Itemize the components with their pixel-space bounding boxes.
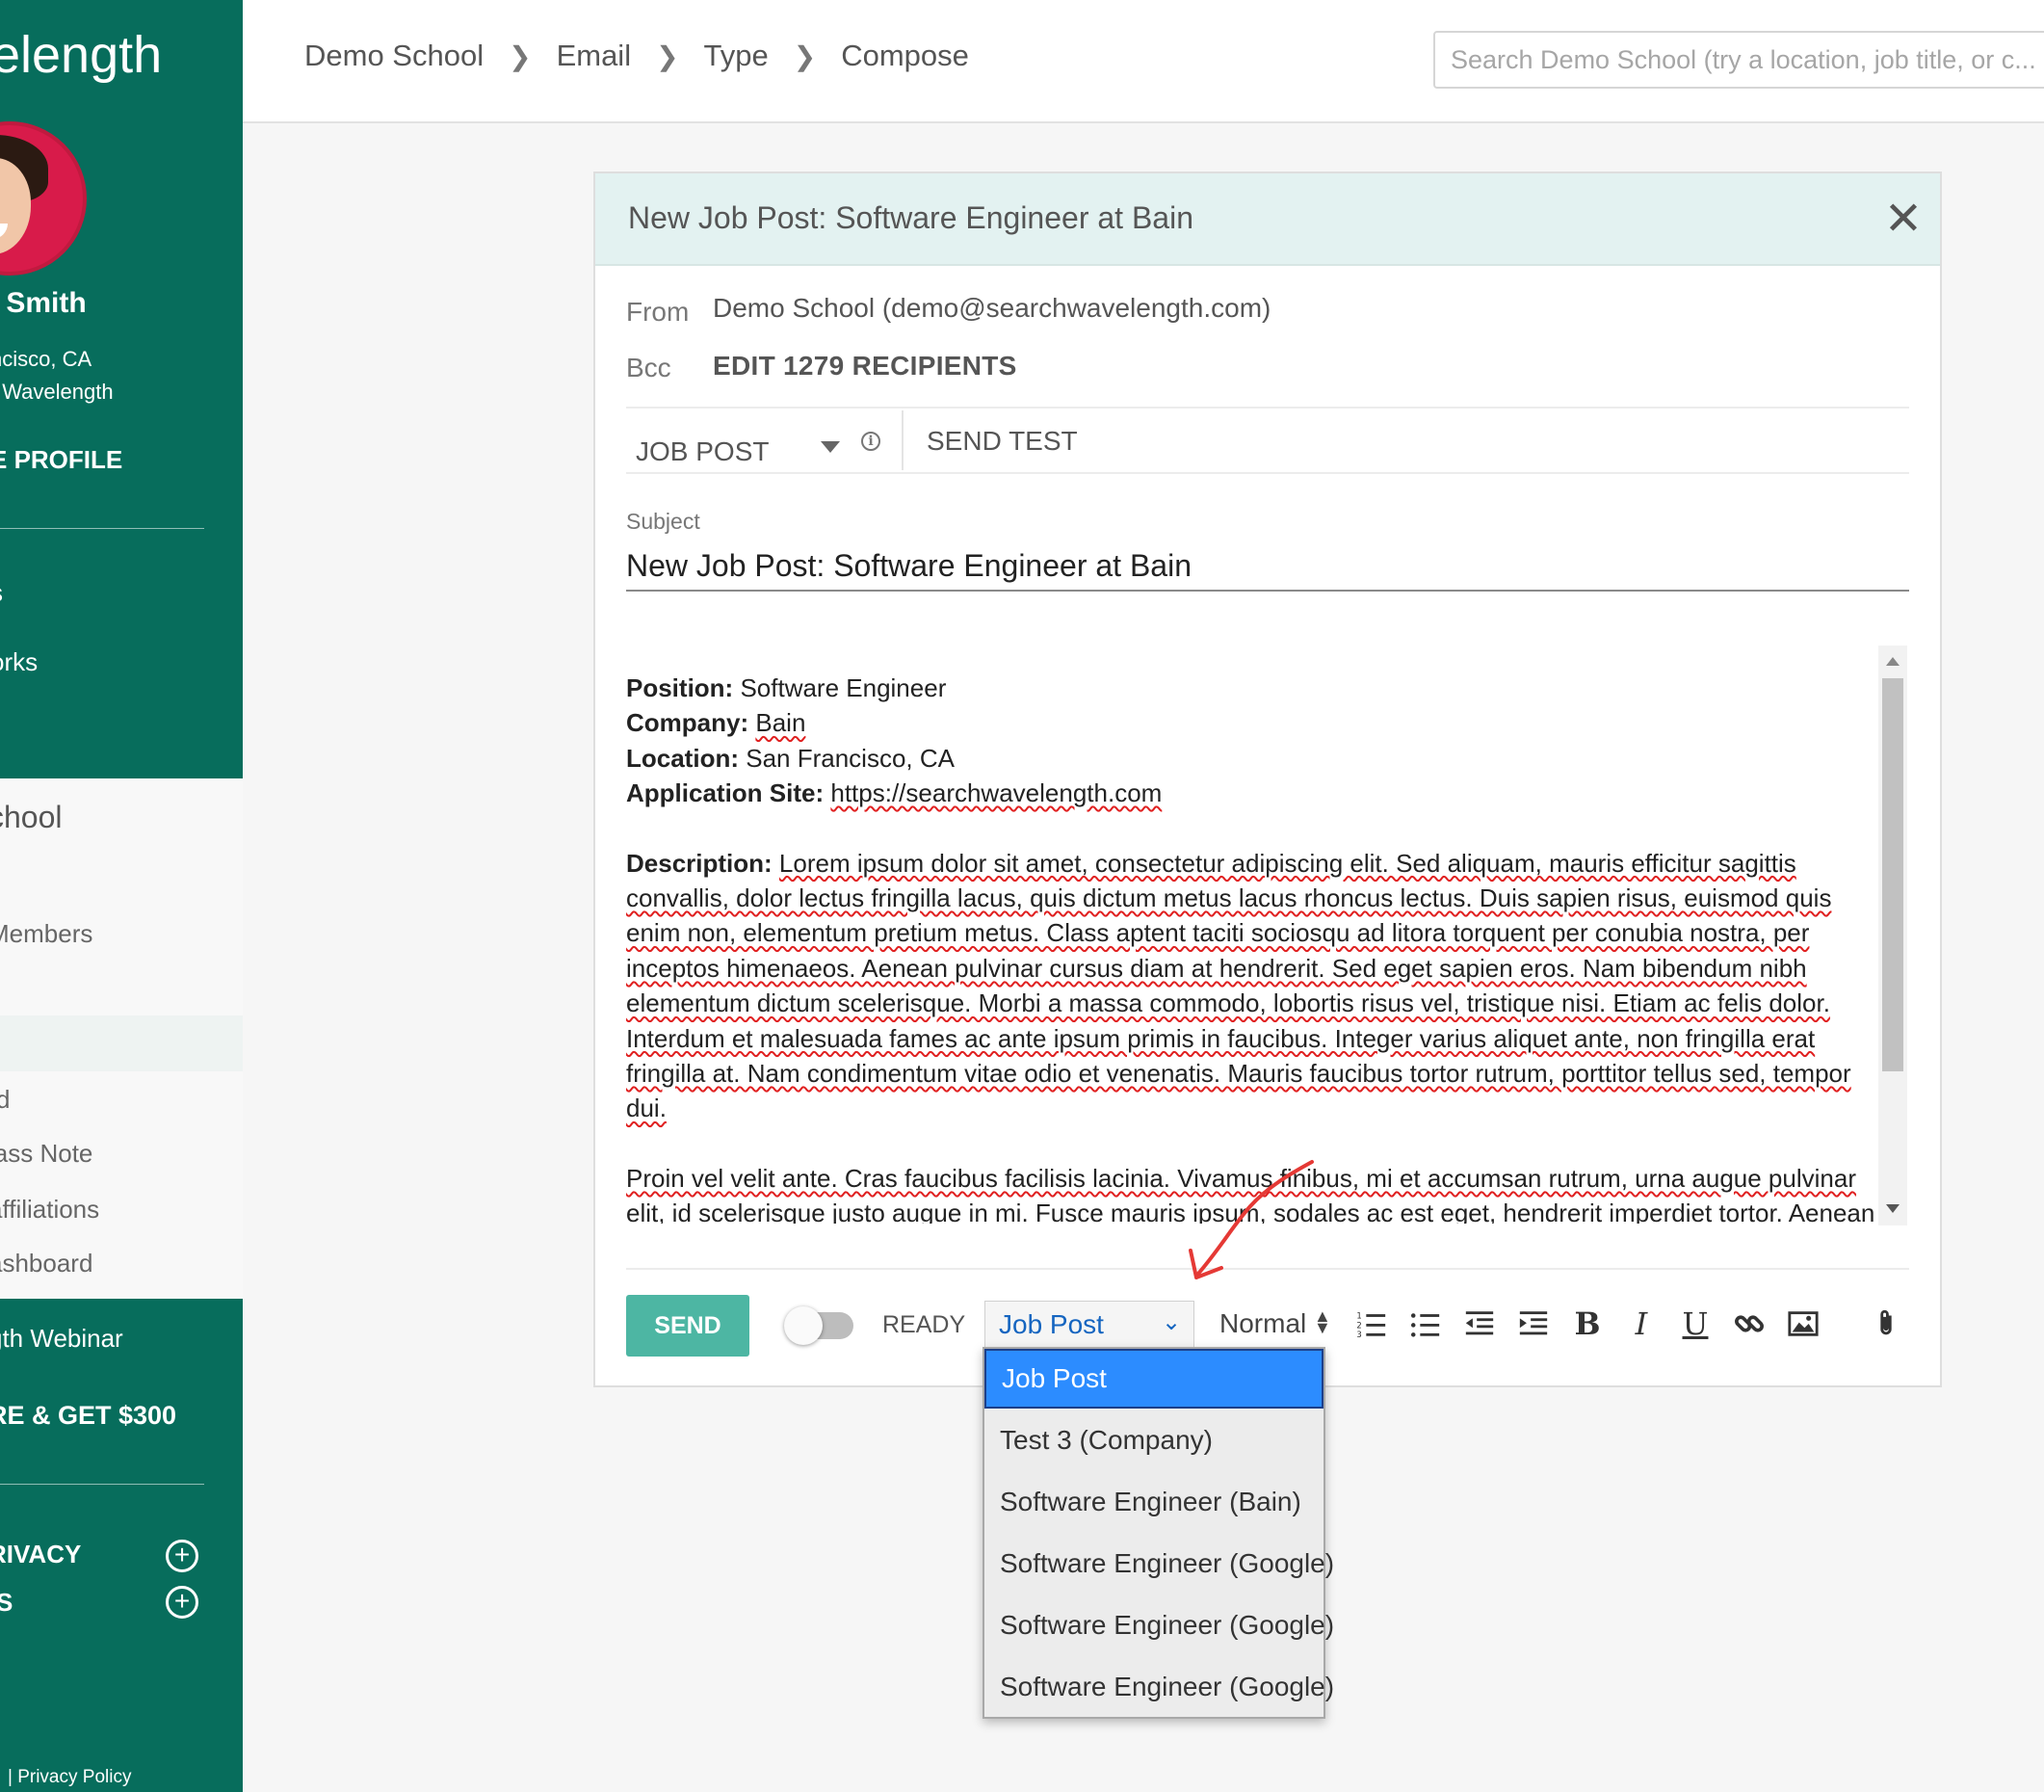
paragraph-format-select[interactable]: Normal (1219, 1308, 1306, 1339)
breadcrumb-item[interactable]: Demo School (304, 39, 484, 73)
sidebar-item-dashboard[interactable]: ashboard (0, 1249, 92, 1278)
scroll-down-arrow-icon[interactable] (1886, 1204, 1900, 1213)
from-value: Demo School (demo@searchwavelength.com) (713, 293, 1271, 323)
ordered-list-icon[interactable]: 123 (1350, 1303, 1393, 1345)
body-position-line: Position: Software Engineer (626, 673, 947, 702)
svg-text:3: 3 (1356, 1331, 1361, 1340)
caret-down-icon[interactable] (821, 441, 840, 453)
dropdown-option[interactable]: Job Post (984, 1349, 1323, 1409)
brand-logo-text[interactable]: velength (0, 25, 162, 85)
close-icon[interactable]: ✕ (1878, 195, 1928, 245)
search-input[interactable] (1433, 31, 2044, 89)
privacy-policy-link[interactable]: | Privacy Policy (8, 1767, 131, 1788)
bullet-list-icon[interactable] (1404, 1303, 1447, 1345)
sidebar-item-class-note[interactable]: lass Note (0, 1139, 92, 1169)
attachment-icon[interactable] (1865, 1303, 1907, 1345)
dropdown-option[interactable]: Software Engineer (Google) (984, 1657, 1334, 1717)
body-text-line: inceptos himenaeos. Aenean pulvinar curs… (626, 953, 1807, 983)
chevron-right-icon: ❯ (656, 40, 679, 71)
sidebar-divider (0, 528, 204, 529)
svg-text:1: 1 (1356, 1311, 1361, 1321)
sort-arrows-icon[interactable]: ▲ ▼ (1314, 1307, 1331, 1336)
italic-icon[interactable]: I (1620, 1303, 1663, 1345)
template-type-select[interactable]: JOB POST (636, 428, 848, 476)
edit-recipients-button[interactable]: EDIT 1279 RECIPIENTS (713, 351, 1017, 382)
sidebar-school-heading: chool (0, 800, 63, 834)
sidebar-item-1[interactable]: s (0, 578, 3, 608)
body-text-line: dui. (626, 1094, 667, 1123)
breadcrumb: Demo School ❯ Email ❯ Type ❯ Compose (304, 39, 969, 73)
chevron-right-icon: ❯ (793, 40, 817, 71)
body-text-line: fringilla at. Nam condimentum vitae odio… (626, 1059, 1851, 1089)
sidebar-item-networks[interactable]: orks (0, 647, 38, 677)
sidebar-webinar-link[interactable]: gth Webinar (0, 1324, 123, 1354)
expand-plus-icon[interactable]: + (166, 1586, 198, 1619)
sidebar-refer-link[interactable]: RE & GET $300 (0, 1401, 176, 1431)
dropdown-option[interactable]: Software Engineer (Google) (984, 1595, 1334, 1655)
chevron-down-icon[interactable]: ⌄ (1162, 1308, 1181, 1336)
email-body-editor[interactable]: Position: Software Engineer Company: Bai… (626, 646, 1907, 1224)
divider (902, 410, 904, 470)
subject-input[interactable] (626, 541, 1909, 592)
body-text-line: enim non, elementum pretium metus. Class… (626, 918, 1810, 948)
indent-icon[interactable] (1512, 1303, 1555, 1345)
body-text-line: Interdum et malesuada fames ac ante ipsu… (626, 1023, 1816, 1053)
underline-icon[interactable]: U (1674, 1303, 1716, 1345)
sidebar-divider (0, 1484, 204, 1485)
edit-profile-link[interactable]: E PROFILE (0, 445, 122, 475)
body-description-line: Description: Lorem ipsum dolor sit amet,… (626, 848, 1796, 878)
sidebar-item-affiliations[interactable]: affiliations (0, 1195, 99, 1225)
body-location-line: Location: San Francisco, CA (626, 743, 955, 773)
body-text-line: convallis, dolor lectus fringilla lacus,… (626, 883, 1832, 913)
compose-header: New Job Post: Software Engineer at Bain … (595, 173, 1940, 266)
bcc-label: Bcc (626, 353, 671, 382)
dropdown-option[interactable]: Test 3 (Company) (984, 1410, 1323, 1470)
link-icon[interactable] (1728, 1303, 1770, 1345)
subject-label: Subject (626, 509, 700, 534)
user-location: ncisco, CA (0, 347, 92, 371)
sidebar-s-section[interactable]: S (0, 1588, 13, 1618)
dropdown-option[interactable]: Software Engineer (Bain) (984, 1472, 1323, 1532)
expand-plus-icon[interactable]: + (166, 1540, 198, 1572)
sidebar-item-d[interactable]: d (0, 1085, 10, 1115)
scroll-up-arrow-icon[interactable] (1886, 657, 1900, 666)
breadcrumb-item[interactable]: Email (557, 39, 632, 73)
dropdown-option[interactable]: Software Engineer (Google) (984, 1534, 1334, 1594)
toggle-knob[interactable] (784, 1306, 823, 1345)
outdent-icon[interactable] (1458, 1303, 1501, 1345)
user-name: t Smith (0, 287, 87, 319)
top-header: Demo School ❯ Email ❯ Type ❯ Compose (243, 0, 2044, 123)
bold-icon[interactable]: B (1566, 1303, 1609, 1345)
body-company-line: Company: Bain (626, 708, 806, 738)
divider (626, 472, 1909, 474)
from-label: From (626, 297, 690, 327)
compose-title: New Job Post: Software Engineer at Bain (628, 200, 1193, 235)
scrollbar-thumb[interactable] (1882, 678, 1903, 1071)
application-site-link[interactable]: https://searchwavelength.com (830, 778, 1162, 807)
send-test-button[interactable]: SEND TEST (927, 426, 1078, 457)
image-icon[interactable] (1782, 1303, 1824, 1345)
annotation-arrow-icon (1189, 1160, 1314, 1279)
chevron-right-icon: ❯ (509, 40, 532, 71)
user-organization: t Wavelength (0, 380, 114, 404)
svg-text:2: 2 (1356, 1321, 1361, 1331)
breadcrumb-item[interactable]: Type (704, 39, 769, 73)
info-icon[interactable]: i (861, 432, 880, 451)
body-text-line: elementum dictum scelerisque. Morbi a ma… (626, 988, 1830, 1018)
ready-label: READY (882, 1311, 966, 1338)
sidebar: velength t Smith ncisco, CA t Wavelength… (0, 0, 243, 1792)
sidebar-item-members[interactable]: Members (0, 919, 92, 949)
send-button[interactable]: SEND (626, 1295, 749, 1357)
sidebar-item-active[interactable] (0, 1015, 243, 1071)
sidebar-privacy-section[interactable]: RIVACY (0, 1540, 81, 1569)
template-dropdown-menu: Job Post Test 3 (Company) Software Engin… (983, 1347, 1334, 1719)
body-site-line: Application Site: https://searchwaveleng… (626, 778, 1163, 808)
breadcrumb-item: Compose (841, 39, 969, 72)
divider (626, 407, 1909, 408)
